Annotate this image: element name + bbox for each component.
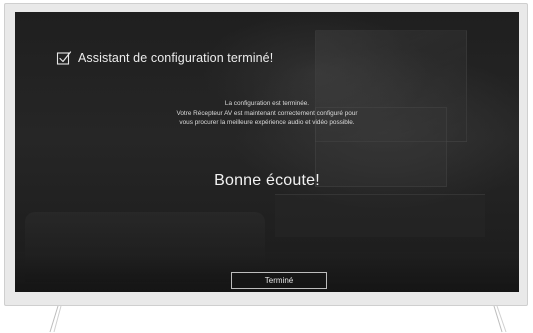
dialog-title: Assistant de configuration terminé! [78, 51, 274, 65]
message-line: vous procurer la meilleure expérience au… [179, 119, 355, 126]
background-cabinet [275, 194, 485, 237]
completion-message: La configuration est terminée. Votre Réc… [15, 99, 519, 128]
checkbox-checked-icon [56, 51, 72, 65]
message-line: Votre Récepteur AV est maintenant correc… [176, 109, 358, 117]
tv-frame: Assistant de configuration terminé! La c… [4, 3, 528, 306]
dialog-header: Assistant de configuration terminé! [56, 50, 273, 66]
tv-stand-right [492, 306, 507, 333]
farewell-text: Bonne écoute! [214, 172, 320, 189]
message-line: La configuration est terminée. [224, 100, 310, 107]
tv-screen: Assistant de configuration terminé! La c… [15, 12, 519, 292]
done-button[interactable]: Terminé [231, 272, 327, 289]
tv-stand-left [48, 306, 62, 333]
